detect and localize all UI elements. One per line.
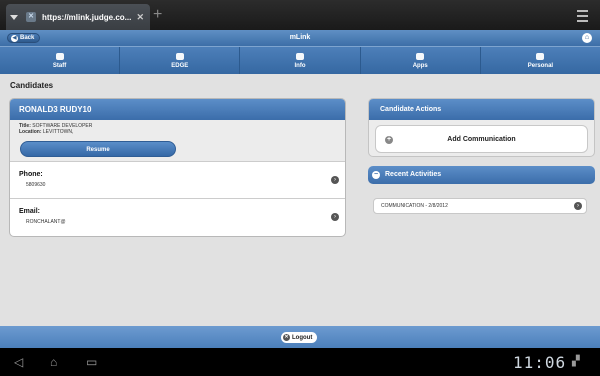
- chevron-right-icon: ›: [331, 176, 339, 184]
- add-communication-button[interactable]: + Add Communication: [375, 125, 588, 153]
- phone-value: 5809630: [26, 182, 46, 188]
- candidate-actions-panel: Candidate Actions + Add Communication: [368, 98, 595, 157]
- email-label: Email:: [19, 208, 41, 215]
- candidate-info: Title: SOFTWARE DEVELOPER Location: LEVI…: [10, 120, 345, 162]
- nav-label: Apps: [412, 62, 428, 69]
- location-line: Location: LEVITTOWN,: [19, 129, 336, 135]
- logout-label: Logout: [292, 334, 313, 341]
- apps-icon: [416, 52, 425, 60]
- content-area: Candidates RONALD3 RUDY10 Title: SOFTWAR…: [0, 74, 600, 318]
- new-tab-button[interactable]: +: [153, 7, 162, 23]
- chevron-right-icon: ›: [574, 202, 582, 210]
- info-icon: [296, 52, 304, 60]
- close-tab-icon[interactable]: ✕: [136, 12, 144, 23]
- candidate-name: RONALD3 RUDY10: [10, 99, 345, 120]
- nav-item-info[interactable]: Info: [240, 47, 361, 74]
- email-row[interactable]: Email: RONCHALANT@ ›: [10, 199, 345, 236]
- footer-bar: ✕ Logout: [0, 326, 600, 348]
- close-icon: ✕: [283, 334, 290, 341]
- personal-icon: [536, 52, 545, 60]
- nav-item-staff[interactable]: Staff: [0, 47, 121, 74]
- back-label: Back: [20, 35, 35, 41]
- chevron-right-icon: ›: [331, 213, 339, 221]
- nav-item-apps[interactable]: Apps: [361, 47, 481, 74]
- browser-tab[interactable]: ✕ https://mlink.judge.co... ✕: [6, 4, 150, 30]
- app-viewport: ◀ Back mLink ⌂ Staff EDGE Info Apps Pers…: [0, 30, 600, 348]
- page-title: Candidates: [10, 81, 54, 90]
- system-clock: 11:06: [513, 353, 567, 372]
- home-icon[interactable]: ⌂: [582, 33, 592, 43]
- recent-activities-title: Recent Activities: [385, 171, 442, 178]
- browser-menu-icon[interactable]: [577, 10, 588, 22]
- app-header: ◀ Back mLink ⌂: [0, 30, 600, 46]
- nav-item-edge[interactable]: EDGE: [120, 47, 241, 74]
- resume-button[interactable]: Resume: [20, 141, 176, 157]
- add-communication-label: Add Communication: [447, 136, 516, 143]
- system-bar: ◁ ⌂ ▭ 11:06 ▞: [0, 348, 600, 376]
- candidate-card: RONALD3 RUDY10 Title: SOFTWARE DEVELOPER…: [9, 98, 346, 237]
- logout-button[interactable]: ✕ Logout: [281, 332, 318, 343]
- app-title: mLink: [289, 34, 311, 41]
- back-arrow-icon: ◀: [11, 34, 18, 42]
- phone-row[interactable]: Phone: 5809630 ›: [10, 162, 345, 199]
- location-label: Location:: [19, 129, 42, 135]
- nav-label: Personal: [527, 62, 554, 69]
- signal-icon: ▞: [572, 356, 580, 367]
- tab-title: https://mlink.judge.co...: [42, 12, 132, 22]
- staff-icon: [55, 52, 64, 60]
- back-nav-icon[interactable]: ◁: [14, 356, 23, 368]
- email-value: RONCHALANT@: [26, 219, 66, 225]
- nav-item-personal[interactable]: Personal: [481, 47, 600, 74]
- phone-label: Phone:: [19, 171, 43, 178]
- back-button[interactable]: ◀ Back: [7, 33, 41, 43]
- tab-menu-arrow-icon[interactable]: [10, 14, 18, 20]
- recent-activity-label: COMMUNICATION - 2/8/2012: [381, 203, 448, 209]
- nav-label: Staff: [52, 62, 67, 69]
- nav-label: EDGE: [171, 62, 189, 69]
- recent-apps-icon[interactable]: ▭: [86, 356, 97, 368]
- browser-bar: ✕ https://mlink.judge.co... ✕ +: [0, 0, 600, 30]
- plus-icon: +: [385, 136, 393, 144]
- recent-activities-header[interactable]: − Recent Activities: [368, 166, 595, 184]
- favicon-icon: ✕: [26, 12, 36, 22]
- nav-label: Info: [294, 62, 306, 69]
- recent-activity-item[interactable]: COMMUNICATION - 2/8/2012 ›: [373, 198, 587, 214]
- edge-icon: [175, 52, 184, 60]
- home-nav-icon[interactable]: ⌂: [50, 356, 57, 368]
- main-nav: Staff EDGE Info Apps Personal: [0, 46, 600, 74]
- location-value: LEVITTOWN,: [42, 129, 74, 135]
- collapse-icon: −: [372, 171, 380, 179]
- candidate-actions-title: Candidate Actions: [369, 99, 594, 120]
